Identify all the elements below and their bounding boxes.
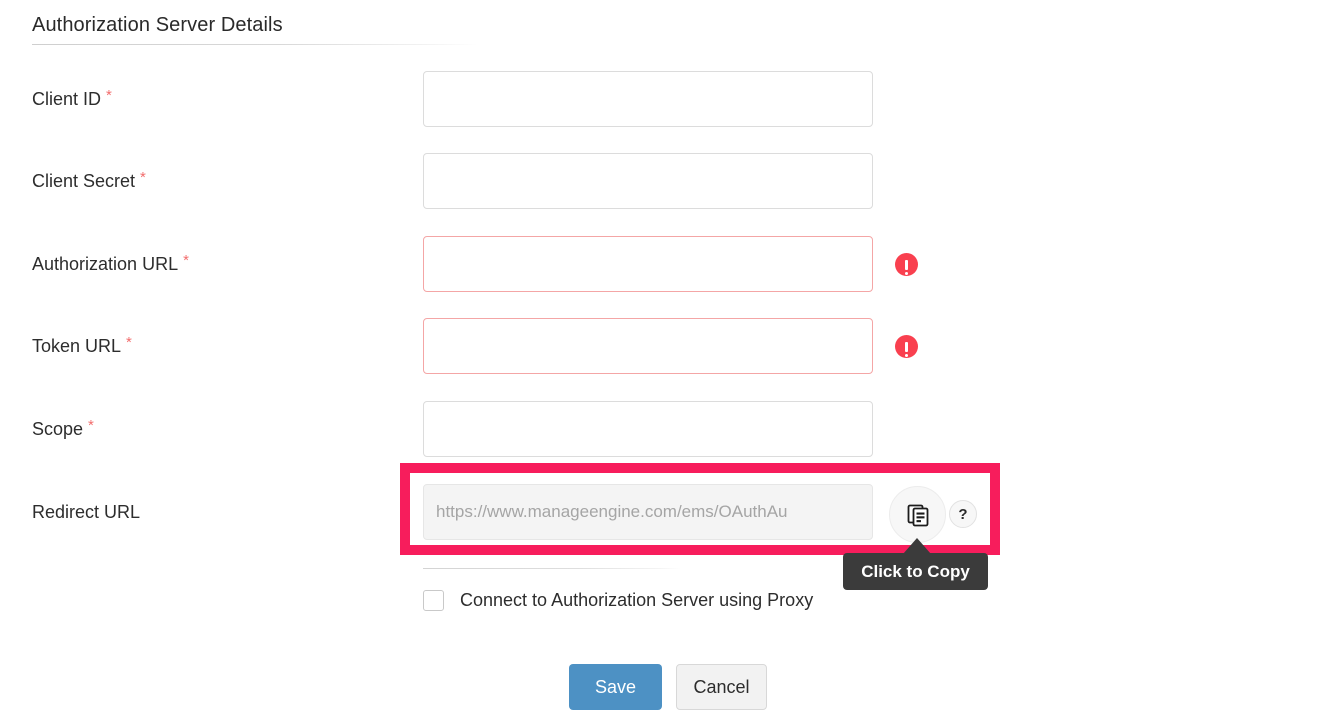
form-row: Scope * (0, 401, 1338, 457)
proxy-checkbox[interactable] (423, 589, 444, 611)
field-label: Authorization URL * (32, 236, 189, 292)
form-row: Token URL * (0, 318, 1338, 374)
field-label-text: Authorization URL (32, 253, 179, 274)
field-label-text: Redirect URL (32, 501, 141, 522)
page-title: Authorization Server Details (32, 14, 283, 36)
copy-icon (905, 502, 931, 528)
field-input[interactable] (423, 401, 873, 457)
field-input[interactable] (423, 236, 873, 292)
field-label-text: Scope (32, 418, 84, 439)
cancel-button[interactable]: Cancel (676, 664, 767, 710)
form-row: Redirect URL (0, 484, 1338, 540)
required-asterisk: * (140, 168, 146, 186)
field-input[interactable] (423, 484, 873, 540)
form-row: Authorization URL * (0, 236, 1338, 292)
field-label-text: Client ID (32, 88, 102, 109)
field-label-text: Token URL (32, 335, 122, 356)
question-mark-icon: ? (958, 505, 968, 523)
field-label: Client Secret * (32, 153, 146, 209)
proxy-checkbox-label[interactable]: Connect to Authorization Server using Pr… (460, 590, 813, 611)
form-section-divider (423, 568, 681, 569)
form-row: Client ID * (0, 71, 1338, 127)
required-asterisk: * (183, 251, 189, 269)
required-asterisk: * (106, 86, 112, 104)
field-input[interactable] (423, 153, 873, 209)
error-exclamation-icon (895, 253, 918, 276)
title-divider (32, 44, 478, 45)
redirect-url-help-button[interactable]: ? (949, 500, 977, 528)
exclamation-glyph (905, 341, 908, 357)
exclamation-glyph (905, 259, 908, 275)
error-exclamation-icon (895, 335, 918, 358)
proxy-checkbox-row[interactable]: Connect to Authorization Server using Pr… (423, 587, 813, 613)
required-asterisk: * (88, 416, 94, 434)
save-button[interactable]: Save (569, 664, 662, 710)
copy-redirect-url-button[interactable] (889, 486, 946, 543)
field-input[interactable] (423, 71, 873, 127)
field-label: Token URL * (32, 318, 132, 374)
required-asterisk: * (126, 333, 132, 351)
field-label: Redirect URL (32, 484, 140, 540)
field-label: Scope * (32, 401, 94, 457)
copy-tooltip: Click to Copy (843, 553, 988, 590)
field-label-text: Client Secret (32, 170, 136, 191)
form-row: Client Secret * (0, 153, 1338, 209)
field-label: Client ID * (32, 71, 112, 127)
field-input[interactable] (423, 318, 873, 374)
tooltip-arrow (903, 538, 931, 554)
